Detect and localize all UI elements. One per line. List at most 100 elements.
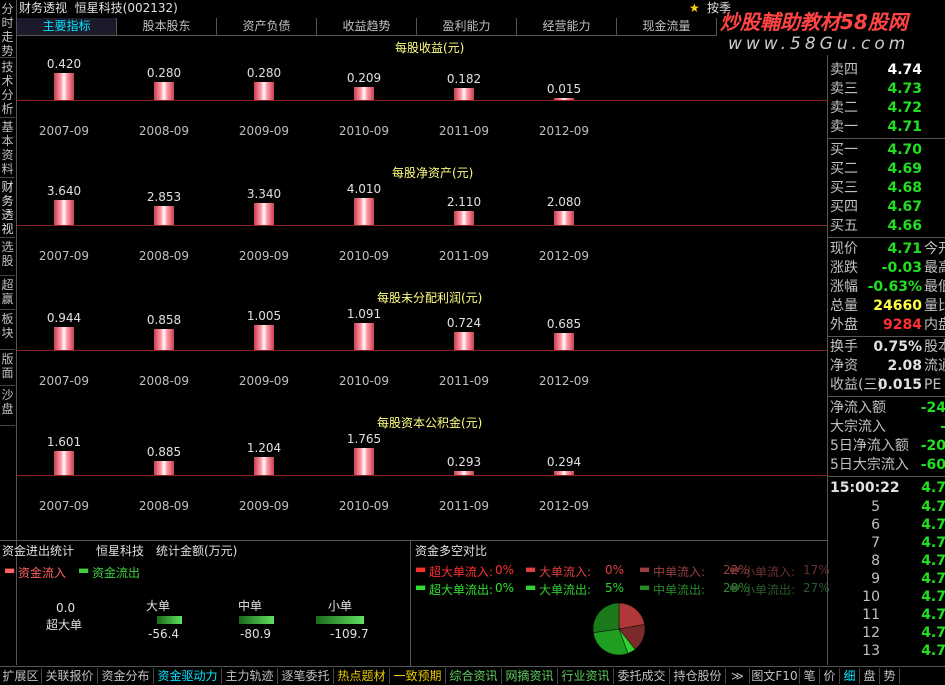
tab-3[interactable]: 资产负债 [217, 18, 317, 36]
tab-6[interactable]: 经营能力 [517, 18, 617, 36]
flow-label: 5日净流入额 [830, 438, 909, 454]
x-tick-3-2: 2008-09 [138, 374, 190, 388]
left-tab-6[interactable]: 超赢 [0, 276, 15, 310]
sep-4 [828, 396, 945, 397]
bar-4-3 [254, 457, 274, 475]
left-tab-9[interactable]: 沙盘 [0, 386, 15, 426]
tick-price: 4.7 [921, 553, 945, 569]
toolbar-btn-18[interactable]: 细 [840, 668, 860, 684]
toolbar-btn-3[interactable]: 资金分布 [98, 668, 154, 684]
bar-label-2-1: 3.640 [46, 184, 82, 198]
toolbar-btn-7[interactable]: 热点题材 [334, 668, 390, 684]
x-tick-1-1: 2007-09 [38, 124, 90, 138]
stat-value: 24660 [873, 298, 922, 314]
quote-panel: 卖四 4.74 卖三 4.73 卖二 4.72 卖一 4.71 买一 4.70 买二 4.69 买三 4.… [827, 55, 945, 665]
bar-label-3-5: 0.724 [446, 316, 482, 330]
flow-label: 净流入额 [830, 400, 886, 416]
inflow-pct-4: 17% [803, 563, 830, 577]
toolbar-btn-4[interactable]: 资金驱动力 [154, 668, 222, 684]
left-tab-2[interactable]: 技术分析 [0, 58, 15, 118]
fund-compare-panel: 资金多空对比 ▬ 超大单流入: 0% ▬ 大单流入: 0% ▬ 中单流入: 22% ▬ 小单流入: 1… [411, 540, 830, 666]
bar-2-5 [454, 211, 474, 225]
toolbar-btn-17[interactable]: 价 [820, 668, 840, 684]
outflow-marker-4: ▬ [729, 580, 741, 594]
toolbar-btn-2[interactable]: 关联报价 [42, 668, 98, 684]
tab-4[interactable]: 收益趋势 [317, 18, 417, 36]
toolbar-btn-6[interactable]: 逐笔委托 [278, 668, 334, 684]
stat-tail: 今开 [924, 241, 945, 257]
flow-bar-3 [239, 616, 274, 624]
stat-value: -0.03 [881, 260, 922, 276]
stat-row-1: 现价 4.71今开 [828, 240, 945, 259]
chart-baseline-1 [17, 100, 827, 101]
stat-value: 9284 [883, 317, 922, 333]
toolbar-btn-10[interactable]: 网摘资讯 [502, 668, 558, 684]
chart-baseline-4 [17, 475, 827, 476]
x-tick-4-2: 2008-09 [138, 499, 190, 513]
x-tick-1-2: 2008-09 [138, 124, 190, 138]
outflow-marker-2: ▬ [525, 580, 537, 594]
bar-4-1 [54, 451, 74, 475]
sep-5 [828, 476, 945, 477]
tick-row-2: 6 4.7 [828, 516, 945, 535]
tab-7[interactable]: 现金流量 [617, 18, 717, 36]
left-tab-7[interactable]: 板块 [0, 310, 15, 350]
tick-price: 4.7 [921, 517, 945, 533]
app-name: 财务透视 [19, 1, 68, 15]
flow-label-2: 大单 [146, 599, 171, 613]
toolbar-btn-11[interactable]: 行业资讯 [558, 668, 614, 684]
buy-label: 买四 [830, 199, 858, 215]
left-tab-8[interactable]: 版面 [0, 350, 15, 386]
bottom-toolbar: 扩展区 关联报价 资金分布 资金驱动力 主力轨迹 逐笔委托 热点题材 一致预期 综合资讯 网摘资讯… [0, 666, 945, 685]
toolbar-btn-19[interactable]: 盘 [860, 668, 880, 684]
toolbar-btn-9[interactable]: 综合资讯 [446, 668, 502, 684]
left-tab-1[interactable]: 分时走势 [0, 0, 15, 58]
left-tab-5[interactable]: 选股 [0, 238, 15, 276]
tab-5[interactable]: 盈利能力 [417, 18, 517, 36]
x-tick-3-1: 2007-09 [38, 374, 90, 388]
tick-num: 7 [871, 535, 880, 551]
tick-row-9: 13 4.7 [828, 642, 945, 661]
toolbar-btn-13[interactable]: 持仓股份 [670, 668, 726, 684]
left-tab-4[interactable]: 财务透视 [0, 178, 15, 238]
bar-3-6 [554, 333, 574, 350]
tick-price: 4.7 [921, 571, 945, 587]
tab-2[interactable]: 股本股东 [117, 18, 217, 36]
flow-label: 大宗流入 [830, 419, 886, 435]
tick-num: 12 [862, 625, 880, 641]
toolbar-btn-16[interactable]: 笔 [800, 668, 820, 684]
buy-row-5: 买五 4.66 [828, 217, 945, 236]
flow-label-4: 小单 [328, 599, 353, 613]
tick-num: 13 [862, 643, 880, 659]
x-tick-1-4: 2010-09 [338, 124, 390, 138]
toolbar-btn-14[interactable]: ≫ [726, 668, 750, 684]
toolbar-btn-8[interactable]: 一致预期 [390, 668, 446, 684]
bar-1-2 [154, 82, 174, 100]
flow-value-2: -56.4 [148, 627, 180, 641]
stat-label: 总量 [830, 298, 858, 314]
tab-1[interactable]: 主要指标 [17, 18, 117, 36]
flow-bar-2 [157, 616, 182, 624]
tick-time: 15:00:22 [830, 480, 900, 496]
toolbar-btn-15[interactable]: 图文F10 [750, 668, 800, 684]
chart-title-3: 每股未分配利润(元) [377, 291, 483, 305]
toolbar-btn-1[interactable]: 扩展区 [0, 668, 42, 684]
bar-label-2-5: 2.110 [446, 195, 482, 209]
star-icon[interactable]: ★ [689, 0, 700, 16]
toolbar-btn-12[interactable]: 委托成交 [614, 668, 670, 684]
inflow-label-2: 大单流入: [539, 565, 592, 579]
x-tick-4-6: 2012-09 [538, 499, 590, 513]
toolbar-btn-5[interactable]: 主力轨迹 [222, 668, 278, 684]
tick-row-5: 9 4.7 [828, 570, 945, 589]
bar-label-1-2: 0.280 [146, 66, 182, 80]
flow-row-4: 5日大宗流入 -60 [828, 456, 945, 475]
bar-label-1-3: 0.280 [246, 66, 282, 80]
tick-row-1: 5 4.7 [828, 498, 945, 517]
buy-price: 4.68 [887, 180, 922, 196]
bar-3-3 [254, 325, 274, 350]
tick-row-8: 12 4.7 [828, 624, 945, 643]
left-tab-3[interactable]: 基本资料 [0, 118, 15, 178]
legend-outflow: 资金流出 [92, 566, 141, 580]
toolbar-btn-20[interactable]: 势 [880, 668, 900, 684]
inflow-marker-3: ▬ [639, 562, 651, 576]
